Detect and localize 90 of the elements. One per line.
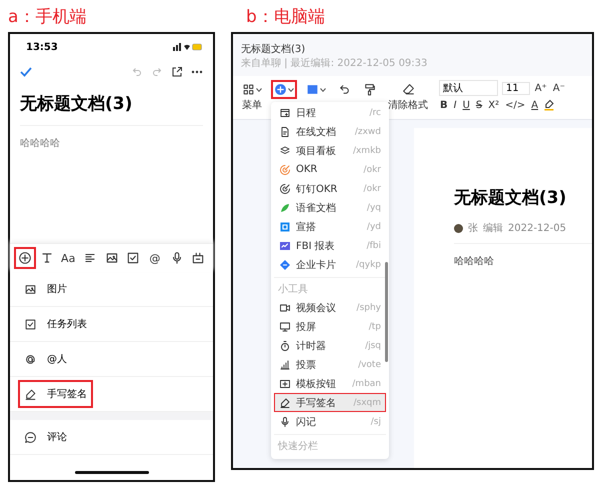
scrollbar[interactable]	[385, 262, 388, 362]
menu-item[interactable]: @人	[18, 345, 90, 373]
document-title: 无标题文档(3)	[20, 78, 203, 126]
align-left-icon	[82, 251, 97, 265]
checkbox-icon	[126, 251, 140, 265]
highlighter-icon[interactable]	[543, 99, 556, 111]
video-camera-icon	[279, 302, 291, 314]
plus-circle-icon	[18, 251, 32, 265]
checkbox-icon	[24, 318, 37, 330]
menu-item[interactable]: 手写签名	[18, 380, 93, 408]
image-icon	[24, 282, 37, 296]
status-time: 13:53	[26, 42, 58, 52]
panel-caption: b：电脑端	[245, 6, 326, 28]
microphone-icon	[279, 416, 291, 428]
font-size-button[interactable]: A⁻	[552, 82, 566, 94]
font-select[interactable]: 默认	[439, 80, 498, 96]
at-icon	[24, 352, 37, 366]
share-icon[interactable]	[171, 66, 183, 78]
format-button[interactable]: B	[439, 100, 449, 110]
avatar	[454, 224, 463, 232]
menu-item[interactable]: 闪记 /sj	[274, 412, 386, 431]
menu-item[interactable]: 钉钉OKR /okr	[274, 179, 386, 198]
target-icon	[279, 182, 291, 194]
menu-item[interactable]: OKR /okr	[274, 160, 386, 179]
menu-section-header: 快速分栏	[276, 440, 319, 454]
bar-chart-icon	[279, 358, 291, 370]
target-icon	[279, 164, 291, 176]
square-icon	[279, 220, 291, 232]
menu-item[interactable]: 计时器 /jsq	[274, 336, 386, 355]
edit-date: 2022-12-05	[508, 222, 566, 234]
toolbar-button[interactable]: Aa	[57, 247, 80, 269]
grid-icon	[242, 83, 255, 96]
eraser-icon	[402, 83, 414, 96]
menu-item[interactable]: 视频会议 /sphy	[274, 298, 386, 317]
chart-badge-icon	[279, 240, 291, 252]
status-icons	[173, 43, 203, 51]
toolbar-button[interactable]: @	[144, 247, 166, 269]
format-button[interactable]: X²	[487, 100, 500, 110]
menu-item[interactable]: 手写签名 /sxqm	[274, 393, 386, 412]
format-button[interactable]: I	[452, 100, 458, 110]
monitor-icon	[279, 320, 291, 332]
font-size-button[interactable]: A⁺	[534, 82, 548, 94]
font-size-select[interactable]: 11	[502, 82, 530, 94]
checkmark-icon[interactable]	[20, 67, 32, 77]
menu-item[interactable]: 宣搭 /yd	[274, 217, 386, 236]
document-title: 无标题文档(3)	[241, 42, 306, 56]
text-icon	[40, 251, 54, 265]
image-icon	[104, 251, 119, 265]
pen-icon	[279, 396, 291, 408]
layers-icon	[279, 144, 291, 156]
menu-item[interactable]: 项目看板 /xmkb	[274, 141, 386, 160]
leaf-icon	[279, 202, 291, 214]
menu-section-header: 小工具	[277, 282, 309, 297]
menu-item[interactable]: 在线文档 /zxwd	[274, 122, 386, 141]
menu-item[interactable]: 日程 /rc	[274, 103, 386, 122]
format-button[interactable]: </>	[504, 100, 526, 110]
document-body: 哈哈哈哈	[454, 255, 495, 268]
comment-icon	[24, 430, 37, 444]
menu-item[interactable]: 语雀文档 /yq	[274, 198, 386, 217]
format-button[interactable]: A	[530, 100, 540, 110]
format-button[interactable]: S	[474, 100, 484, 110]
document-body: 哈哈哈哈	[19, 137, 61, 151]
toolbar-button[interactable]: 清除格式	[385, 80, 431, 115]
pen-icon	[24, 388, 37, 400]
panel-caption: a：手机端	[7, 6, 88, 28]
paint-roller-icon	[363, 83, 376, 96]
menu-item[interactable]: 评论	[18, 423, 90, 451]
menu-item[interactable]: 任务列表	[18, 310, 93, 338]
diamond-icon	[279, 258, 291, 270]
menu-item[interactable]: 投屏 /tp	[274, 317, 386, 336]
undo-icon	[338, 83, 351, 96]
stopwatch-icon	[279, 340, 291, 352]
menu-item[interactable]: 投票 /vote	[274, 355, 386, 374]
frame-icon	[191, 251, 206, 265]
menu-item[interactable]: 企业卡片 /qykp	[274, 255, 386, 274]
more-icon[interactable]	[191, 70, 203, 74]
menu-item[interactable]: 图片	[18, 275, 90, 303]
format-button[interactable]: U	[462, 100, 471, 110]
menu-item[interactable]: 模板按钮 /mban	[274, 374, 386, 393]
toolbar-button[interactable]: 菜单	[239, 80, 265, 115]
plus-square-icon	[279, 378, 291, 390]
menu-item[interactable]: FBI 报表 /fbi	[274, 236, 386, 255]
edit-label: 编辑	[483, 222, 503, 235]
calendar-icon	[279, 106, 291, 118]
document-subtitle: 来自单聊 | 最近编辑: 2022-12-05 09:33	[241, 56, 428, 70]
plus-circle-icon	[274, 83, 287, 96]
toolbar-button[interactable]	[14, 247, 36, 269]
document-heading: 无标题文档(3)	[454, 187, 568, 209]
document-icon	[279, 126, 291, 138]
author-name: 张	[468, 222, 478, 235]
